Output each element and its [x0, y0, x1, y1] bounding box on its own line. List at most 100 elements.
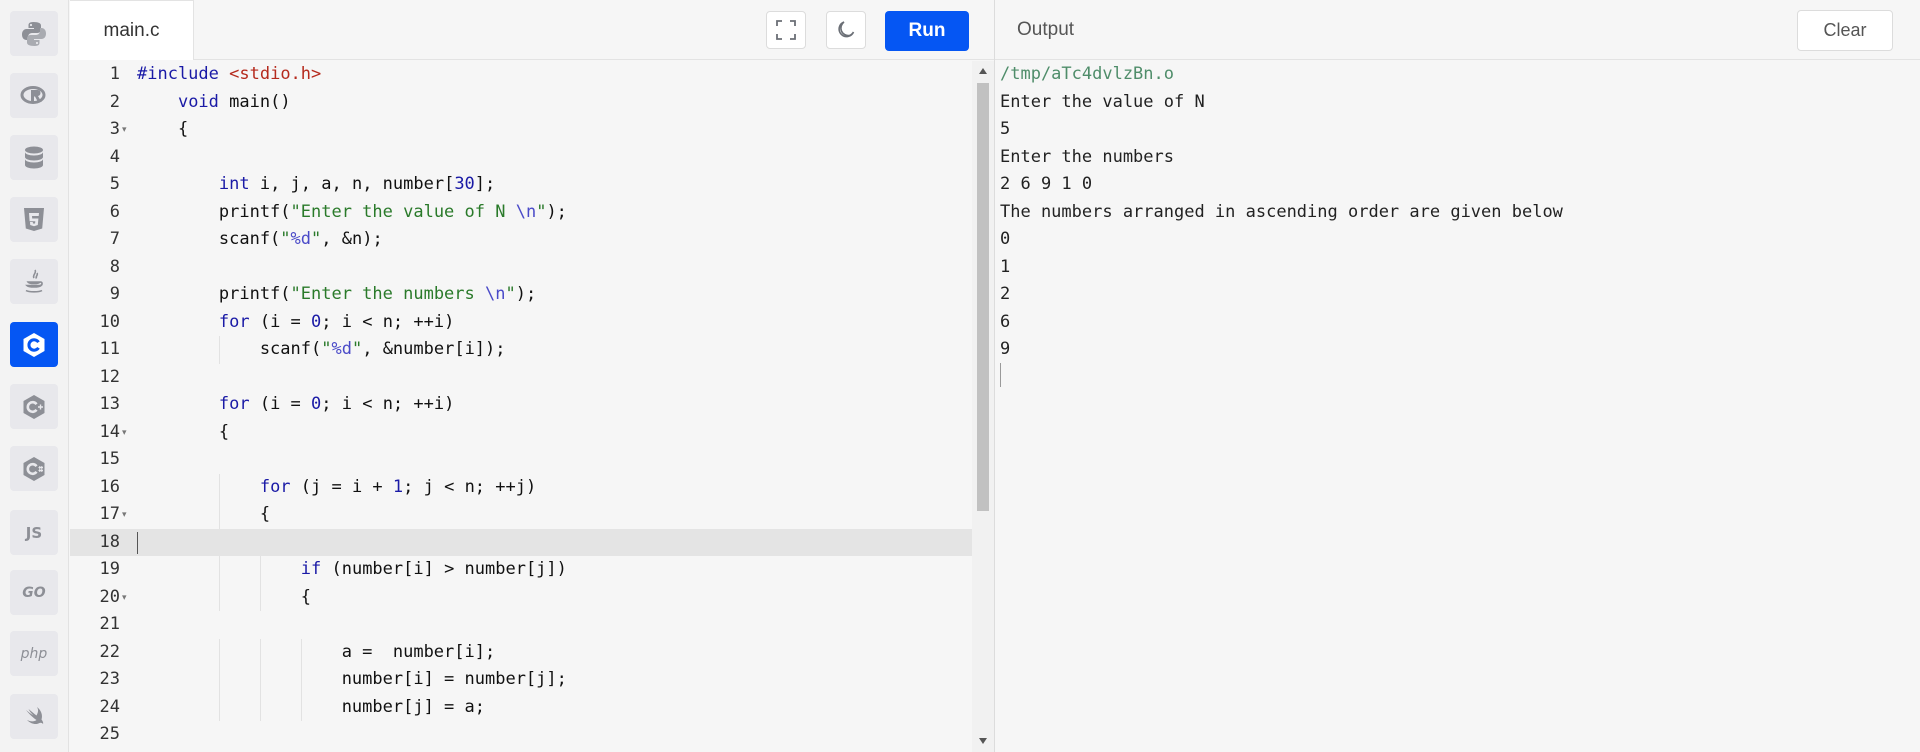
language-sidebar: JS GO php	[0, 0, 69, 752]
line-number: 17	[99, 504, 120, 524]
code-line-text: {	[137, 421, 230, 442]
code-line-text: a = number[i];	[137, 641, 496, 662]
line-number: 13	[99, 394, 120, 414]
line-number: 25	[99, 724, 120, 744]
php-label: php	[20, 645, 48, 662]
php-icon[interactable]: php	[10, 631, 58, 676]
line-number: 1	[109, 64, 120, 84]
output-line: 0	[1000, 229, 1011, 249]
html5-icon[interactable]	[10, 197, 58, 242]
code-line[interactable]: 15	[70, 446, 972, 474]
text-cursor	[137, 531, 138, 554]
code-line[interactable]: 16 for (j = i + 1; j < n; ++j)	[70, 473, 972, 501]
clear-button[interactable]: Clear	[1797, 10, 1893, 51]
fullscreen-icon	[776, 20, 796, 40]
line-number: 21	[99, 614, 120, 634]
code-line-text: for (i = 0; i < n; ++i)	[218, 311, 455, 332]
fullscreen-button[interactable]	[766, 11, 806, 49]
output-line: Enter the value of N	[1000, 91, 1205, 112]
editor-toolbar: main.c Run	[70, 0, 994, 60]
code-line-text: {	[137, 586, 311, 607]
code-line[interactable]: 7 scanf("%d", &n);	[70, 226, 972, 254]
line-number: 20	[99, 586, 120, 607]
line-number: 7	[109, 229, 120, 249]
code-line-text: scanf("%d", &n);	[137, 229, 383, 249]
code-line[interactable]: 8	[70, 254, 972, 282]
code-line-text: {	[137, 119, 189, 139]
line-number: 14	[99, 421, 120, 442]
swift-icon[interactable]	[10, 694, 58, 739]
code-line-text: #include <stdio.h>	[137, 64, 322, 84]
output-line: 1	[1000, 256, 1011, 277]
line-number: 19	[99, 559, 120, 579]
c-language-icon[interactable]	[10, 322, 58, 367]
code-line[interactable]: 6 printf("Enter the value of N \n");	[70, 199, 972, 227]
database-icon[interactable]	[10, 135, 58, 180]
javascript-icon[interactable]: JS	[10, 510, 58, 555]
code-line-text: int i, j, a, n, number[30];	[218, 174, 496, 194]
code-line[interactable]: 12	[70, 364, 972, 392]
code-line[interactable]: 23 number[i] = number[j];	[70, 666, 972, 694]
code-line[interactable]: 19 if (number[i] > number[j])	[70, 556, 972, 584]
code-line[interactable]: 10 for (i = 0; i < n; ++i)	[70, 309, 972, 337]
code-line-text: scanf("%d", &number[i]);	[137, 339, 506, 359]
code-line[interactable]: 9 printf("Enter the numbers \n");	[70, 281, 972, 309]
code-line[interactable]: 14 ▾ {	[70, 419, 972, 447]
line-number: 12	[99, 366, 120, 387]
line-number: 5	[109, 174, 120, 194]
code-line[interactable]: 20 ▾ {	[70, 583, 972, 612]
code-line[interactable]: 25	[70, 721, 972, 749]
scroll-up-arrow-icon[interactable]	[979, 68, 987, 74]
csharp-icon[interactable]	[10, 446, 58, 491]
code-line[interactable]: 5 int i, j, a, n, number[30];	[70, 171, 972, 199]
code-editor[interactable]: 1 #include <stdio.h> 2 void main() 3 ▾ {4 5 i…	[70, 61, 994, 752]
code-line[interactable]: 13 for (i = 0; i < n; ++i)	[70, 391, 972, 419]
code-line-text: for (i = 0; i < n; ++i)	[218, 394, 455, 414]
code-line-text: {	[137, 504, 271, 524]
output-header: Output Clear	[995, 0, 1920, 60]
code-line[interactable]: 2 void main()	[70, 89, 972, 117]
cplusplus-icon[interactable]	[10, 384, 58, 429]
code-line-text: if (number[i] > number[j])	[300, 559, 567, 579]
editor-scrollbar[interactable]	[972, 61, 994, 752]
code-line[interactable]: 4	[70, 144, 972, 172]
java-icon[interactable]	[10, 259, 58, 304]
code-line[interactable]: 22 a = number[i];	[70, 638, 972, 666]
fold-toggle-icon[interactable]: ▾	[122, 116, 127, 144]
code-line[interactable]: 24 number[j] = a;	[70, 693, 972, 721]
code-line[interactable]: 17 ▾ {	[70, 501, 972, 529]
panel-divider[interactable]	[994, 0, 995, 752]
line-number: 6	[109, 201, 120, 222]
python-icon[interactable]	[10, 11, 58, 56]
code-line[interactable]: 18	[70, 528, 972, 556]
line-number: 18	[99, 531, 120, 552]
code-line[interactable]: 3 ▾ {	[70, 116, 972, 144]
fold-toggle-icon[interactable]: ▾	[122, 584, 127, 612]
go-label: GO	[22, 584, 46, 601]
output-line: 6	[1000, 311, 1011, 332]
fold-toggle-icon[interactable]: ▾	[122, 501, 127, 529]
javascript-label: JS	[25, 523, 43, 542]
line-number: 4	[109, 146, 120, 167]
scroll-down-arrow-icon[interactable]	[979, 738, 987, 744]
output-line: 2 6 9 1 0	[1000, 174, 1093, 194]
code-line-text: printf("Enter the value of N \n");	[137, 201, 567, 222]
file-tab-main-c[interactable]: main.c	[70, 0, 194, 60]
code-line[interactable]: 1 #include <stdio.h>	[70, 61, 972, 89]
code-line[interactable]: 11 scanf("%d", &number[i]);	[70, 336, 972, 364]
line-number: 2	[109, 91, 120, 112]
run-button[interactable]: Run	[885, 11, 969, 51]
output-file-path: /tmp/aTc4dvlzBn.o	[1000, 64, 1174, 84]
scrollbar-thumb[interactable]	[977, 83, 989, 511]
theme-toggle-button[interactable]	[826, 11, 866, 49]
code-line[interactable]: 21	[70, 611, 972, 639]
go-icon[interactable]: GO	[10, 570, 58, 615]
line-number: 22	[99, 641, 120, 662]
output-line: The numbers arranged in ascending order …	[1000, 201, 1563, 222]
r-icon[interactable]	[10, 73, 58, 118]
line-number: 11	[99, 339, 120, 359]
code-line-text: for (j = i + 1; j < n; ++j)	[259, 476, 537, 497]
output-line: 2	[1000, 284, 1011, 304]
output-title: Output	[1017, 19, 1075, 40]
fold-toggle-icon[interactable]: ▾	[122, 419, 127, 447]
